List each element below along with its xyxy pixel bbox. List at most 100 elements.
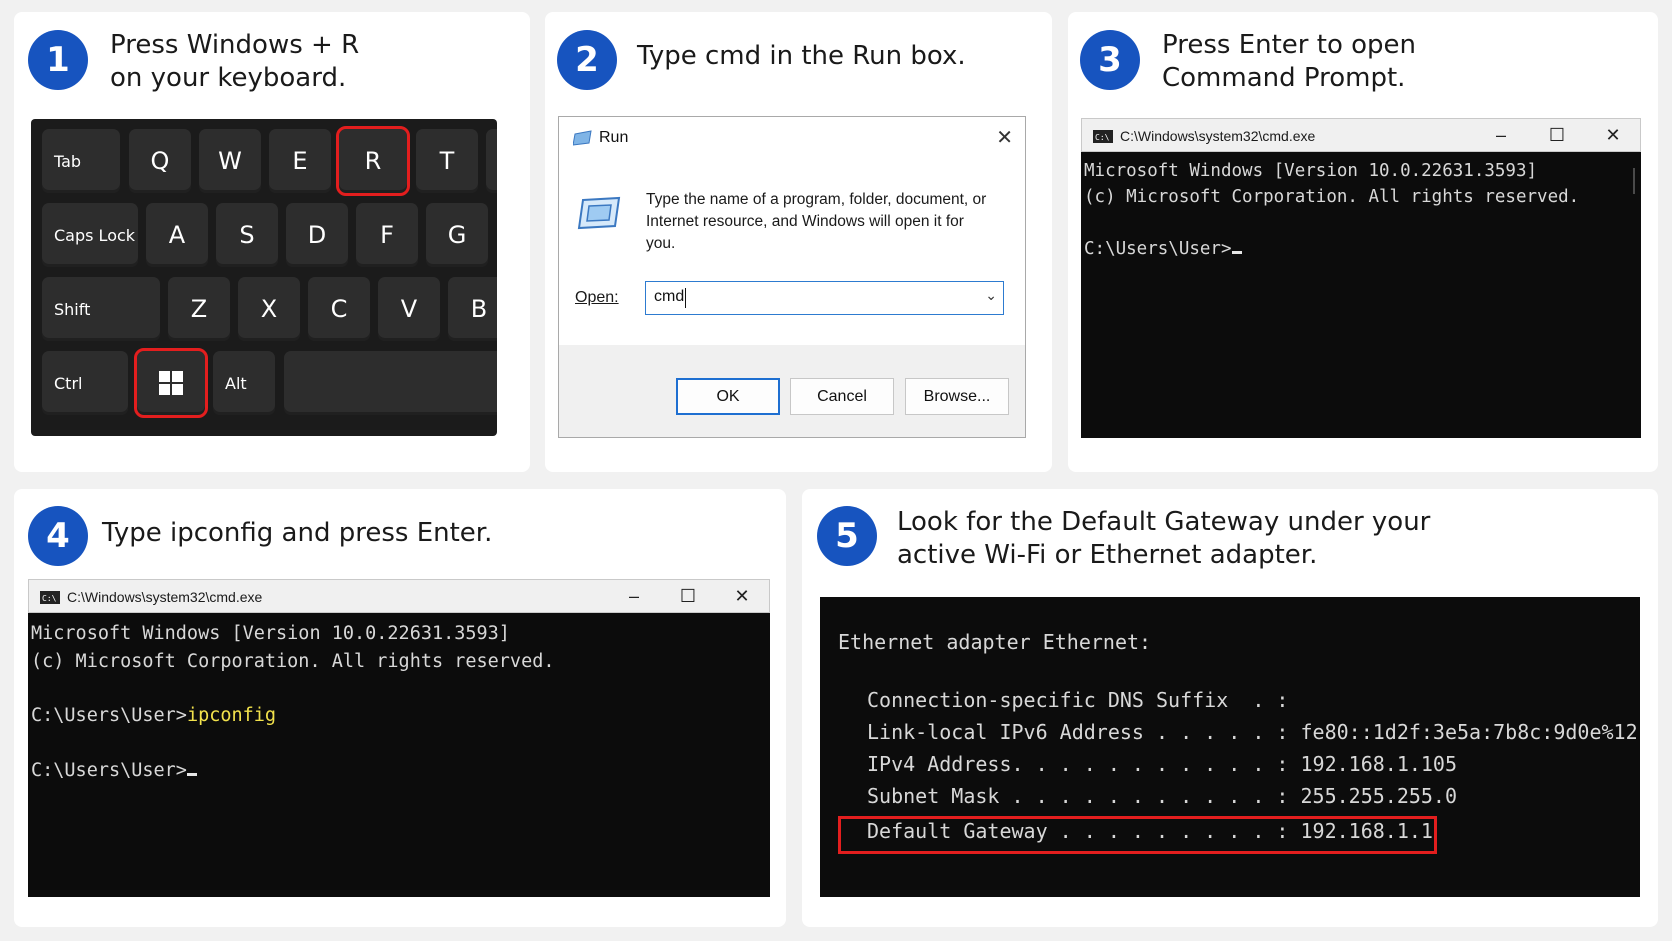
cmd-window-step-3: C:\ C:\Windows\system32\cmd.exe – ☐ ✕ Mi… (1081, 118, 1641, 438)
cmd-cursor-2 (186, 772, 197, 776)
key-v[interactable]: V (378, 277, 440, 341)
cmd-scrollbar[interactable] (1633, 168, 1635, 194)
key-z[interactable]: Z (168, 277, 230, 341)
step-1-text: Press Windows + R on your keyboard. (110, 29, 359, 95)
cmd-window-step-4: C:\ C:\Windows\system32\cmd.exe – ☐ ✕ Mi… (28, 579, 770, 897)
cmd-command-line: C:\Users\User>ipconfig (31, 702, 554, 730)
key-e[interactable]: E (269, 129, 331, 193)
cmd-titlebar-2: C:\ C:\Windows\system32\cmd.exe – ☐ ✕ (28, 579, 770, 613)
cmd-title: C:\Windows\system32\cmd.exe (1120, 128, 1316, 144)
key-ctrl[interactable]: Ctrl (42, 351, 128, 415)
key-a[interactable]: A (146, 203, 208, 267)
default-gateway-highlight (838, 816, 1437, 854)
step-1-line1: Press Windows + R (110, 30, 360, 60)
key-c[interactable]: C (308, 277, 370, 341)
cmd-prompt-line: C:\Users\User> (1084, 236, 1579, 262)
row-value: 192.168.1.105 (1300, 752, 1458, 776)
minimize-icon[interactable]: – (1490, 125, 1512, 146)
maximize-icon[interactable]: ☐ (677, 586, 699, 607)
key-b[interactable]: B (448, 277, 497, 341)
key-f[interactable]: F (356, 203, 418, 267)
cmd-prompt: C:\Users\User> (1084, 239, 1232, 259)
key-w[interactable]: W (199, 129, 261, 193)
key-space[interactable] (284, 351, 497, 415)
key-alt[interactable]: Alt (213, 351, 275, 415)
key-tab[interactable]: Tab (42, 129, 120, 193)
step-2-badge: 2 (557, 30, 617, 90)
row-value: 255.255.255.0 (1300, 784, 1458, 808)
run-description: Type the name of a program, folder, docu… (646, 191, 987, 252)
ipconfig-output-panel: Ethernet adapter Ethernet: Connection-sp… (820, 597, 1640, 897)
run-close-button[interactable]: ✕ (996, 125, 1013, 150)
step-5-text: Look for the Default Gateway under your … (897, 506, 1430, 572)
key-q[interactable]: Q (129, 129, 191, 193)
key-g[interactable]: G (426, 203, 488, 267)
step-3-text: Press Enter to open Command Prompt. (1162, 29, 1416, 95)
svg-text:C:\: C:\ (42, 594, 57, 603)
open-input-value: cmd (654, 288, 685, 305)
text-caret (685, 288, 686, 308)
ipconfig-row-ipv6: Link-local IPv6 Address . . . . . : fe80… (867, 716, 1638, 748)
row-label: Connection-specific DNS Suffix . : (867, 688, 1289, 712)
step-2-text: Type cmd in the Run box. (637, 41, 966, 71)
cmd-command: ipconfig (186, 705, 277, 726)
key-r[interactable]: R (336, 126, 410, 196)
cmd-title-2: C:\Windows\system32\cmd.exe (67, 589, 263, 605)
run-dialog: Run ✕ Type the name of a program, folder… (558, 116, 1026, 438)
row-label: IPv4 Address. . . . . . . . . . . : (867, 752, 1289, 776)
ipconfig-row-ipv4: IPv4 Address. . . . . . . . . . . : 192.… (867, 748, 1638, 780)
open-label: Open: (575, 289, 619, 307)
run-dialog-title: Run (599, 129, 629, 146)
cmd-prompt-2: C:\Users\User> (31, 705, 187, 726)
ok-button[interactable]: OK (676, 378, 780, 415)
key-d[interactable]: D (286, 203, 348, 267)
step-1-badge: 1 (28, 30, 88, 90)
windows-logo-icon (159, 371, 183, 395)
cmd-prompt-3: C:\Users\User> (31, 759, 187, 781)
cmd-cursor (1231, 251, 1242, 254)
close-icon[interactable]: ✕ (731, 586, 753, 607)
open-input[interactable]: cmd ⌄ (645, 281, 1004, 315)
cmd-line-copyright: (c) Microsoft Corporation. All rights re… (1084, 187, 1580, 207)
key-windows[interactable] (134, 348, 208, 418)
svg-text:C:\: C:\ (1095, 133, 1110, 142)
open-label-text: Open: (575, 289, 619, 306)
close-icon[interactable]: ✕ (1602, 125, 1624, 146)
keyboard: Tab Q W E R T Caps Lock A S D F G Shift … (31, 119, 497, 436)
row-label: Subnet Mask . . . . . . . . . . . : (867, 784, 1289, 808)
step-5-line2: active Wi-Fi or Ethernet adapter. (897, 540, 1318, 570)
cmd-icon: C:\ (40, 591, 60, 604)
key-partial (486, 129, 497, 193)
key-x[interactable]: X (238, 277, 300, 341)
ipconfig-row-subnet: Subnet Mask . . . . . . . . . . . : 255.… (867, 780, 1638, 812)
run-icon (573, 130, 592, 146)
row-value: fe80::1d2f:3e5a:7b8c:9d0e%12 (1300, 720, 1638, 744)
step-3-line2: Command Prompt. (1162, 63, 1406, 93)
cmd-titlebar: C:\ C:\Windows\system32\cmd.exe – ☐ ✕ (1081, 118, 1641, 152)
cmd-prompt-line-2: C:\Users\User> (31, 757, 554, 785)
step-4-text: Type ipconfig and press Enter. (102, 518, 493, 548)
run-program-icon (577, 196, 621, 230)
minimize-icon[interactable]: – (623, 586, 645, 607)
ipconfig-header: Ethernet adapter Ethernet: (838, 630, 1152, 654)
step-5-badge: 5 (817, 506, 877, 566)
step-4-badge: 4 (28, 506, 88, 566)
key-s[interactable]: S (216, 203, 278, 267)
cmd-output-step-4: Microsoft Windows [Version 10.0.22631.35… (31, 620, 554, 784)
step-3-line1: Press Enter to open (1162, 30, 1416, 60)
ipconfig-row-dns: Connection-specific DNS Suffix . : (867, 684, 1638, 716)
browse-button[interactable]: Browse... (905, 378, 1009, 415)
cancel-button[interactable]: Cancel (790, 378, 894, 415)
key-shift[interactable]: Shift (42, 277, 160, 341)
cmd-icon: C:\ (1093, 130, 1113, 143)
cmd-output-step-3: Microsoft Windows [Version 10.0.22631.35… (1084, 158, 1579, 262)
step-1-line2: on your keyboard. (110, 63, 347, 93)
chevron-down-icon[interactable]: ⌄ (985, 287, 997, 304)
step-5-line1: Look for the Default Gateway under your (897, 507, 1431, 537)
step-3-badge: 3 (1080, 30, 1140, 90)
cmd-line-version-2: Microsoft Windows [Version 10.0.22631.35… (31, 623, 510, 644)
cmd-line-copyright-2: (c) Microsoft Corporation. All rights re… (31, 650, 555, 672)
key-t[interactable]: T (416, 129, 478, 193)
maximize-icon[interactable]: ☐ (1546, 125, 1568, 146)
key-caps-lock[interactable]: Caps Lock (42, 203, 138, 267)
